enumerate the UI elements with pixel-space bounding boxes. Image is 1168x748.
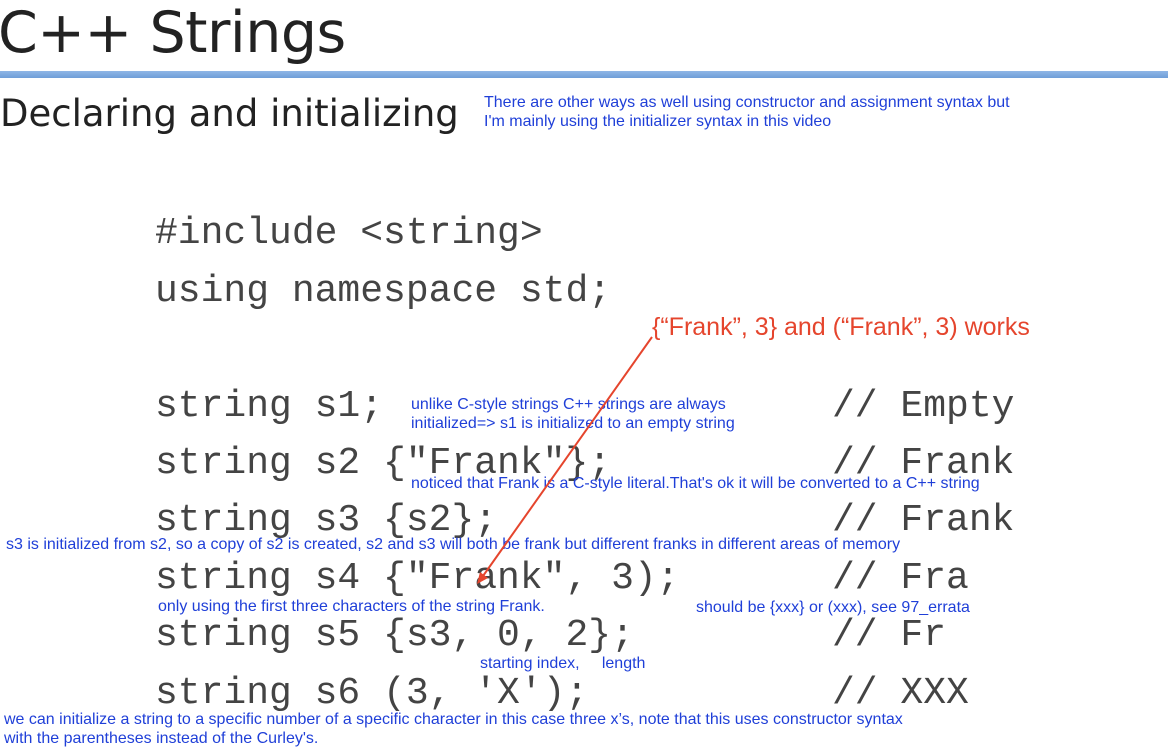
red-arrow: [477, 336, 653, 584]
red-arrow-line: [482, 336, 653, 577]
red-arrow-head: [477, 572, 488, 584]
